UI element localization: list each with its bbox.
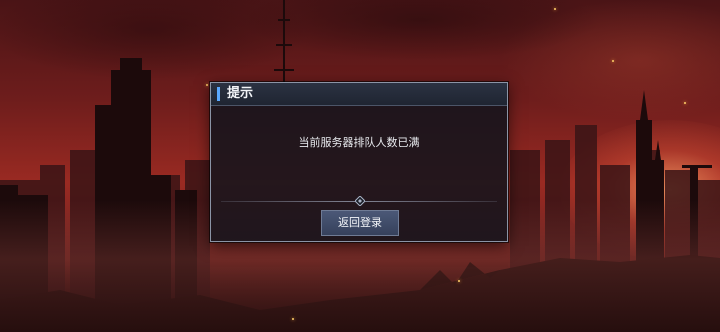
header-accent-bar (217, 87, 220, 101)
dialog-header: 提示 (211, 83, 507, 106)
queue-notice-dialog: 提示 当前服务器排队人数已满 返回登录 (210, 82, 508, 242)
dialog-title: 提示 (227, 86, 254, 101)
return-to-login-button[interactable]: 返回登录 (321, 210, 399, 236)
game-login-scene: 提示 当前服务器排队人数已满 返回登录 (0, 0, 720, 332)
diamond-ornament-icon (355, 196, 365, 206)
dialog-message: 当前服务器排队人数已满 (298, 136, 420, 149)
